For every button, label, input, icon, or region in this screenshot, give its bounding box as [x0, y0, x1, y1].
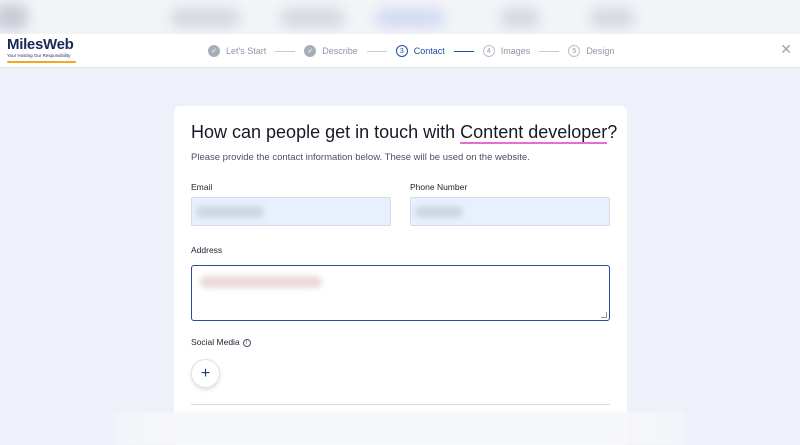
step-connector: [453, 50, 474, 52]
step-images[interactable]: 4 Images: [482, 45, 531, 57]
title-suffix: ?: [607, 122, 618, 142]
contact-form-card: How can people get in touch with Content…: [174, 106, 627, 445]
redacted-value: [200, 276, 322, 288]
step-number: 5: [568, 45, 581, 57]
step-connector: [366, 50, 387, 52]
step-label: Describe: [322, 46, 358, 56]
wizard-header: MilesWeb Your Hosting Our Responsibility…: [0, 34, 800, 68]
step-lets-start[interactable]: ✓ Let's Start: [208, 45, 266, 57]
progress-stepper: ✓ Let's Start ✓ Describe 3 Contact 4 Ima…: [208, 41, 614, 61]
step-label: Design: [586, 46, 615, 56]
divider: [191, 404, 610, 405]
step-label: Images: [500, 46, 531, 56]
address-textarea[interactable]: [191, 265, 610, 321]
page-subtitle: Please provide the contact information b…: [191, 152, 530, 163]
brand-tagline: Your Hosting Our Responsibility: [7, 53, 71, 58]
close-icon[interactable]: ✕: [780, 41, 792, 58]
step-number: 3: [395, 45, 408, 57]
social-media-label: Social Media i: [191, 337, 251, 347]
address-label: Address: [191, 245, 223, 255]
social-media-text: Social Media: [191, 337, 240, 347]
phone-field[interactable]: [410, 197, 610, 226]
step-connector: [275, 50, 296, 52]
check-icon: ✓: [304, 45, 317, 57]
email-label: Email: [191, 182, 213, 192]
brand-name: MilesWeb: [7, 36, 74, 53]
title-prefix: How can people get in touch with: [191, 122, 461, 142]
brand-underline: [7, 61, 76, 63]
step-number: 4: [482, 45, 495, 57]
step-describe[interactable]: ✓ Describe: [304, 45, 358, 57]
step-contact[interactable]: 3 Contact: [395, 45, 445, 57]
brand-logo: MilesWeb Your Hosting Our Responsibility: [7, 37, 76, 63]
check-icon: ✓: [208, 45, 220, 57]
add-social-button[interactable]: +: [191, 359, 220, 388]
step-design[interactable]: 5 Design: [568, 45, 614, 57]
title-highlight: Content developer: [460, 122, 608, 144]
step-label: Contact: [413, 46, 445, 56]
page-title: How can people get in touch with Content…: [191, 122, 618, 144]
phone-label: Phone Number: [410, 182, 468, 192]
info-icon[interactable]: i: [242, 338, 251, 347]
resize-handle[interactable]: [601, 312, 607, 318]
blurred-background-strip: [0, 0, 800, 34]
email-field[interactable]: [191, 197, 391, 226]
step-label: Let's Start: [226, 46, 267, 56]
plus-icon: +: [200, 364, 211, 382]
blurred-footer: [115, 412, 685, 445]
redacted-value: [415, 206, 463, 218]
redacted-value: [196, 206, 264, 218]
step-connector: [539, 50, 560, 52]
